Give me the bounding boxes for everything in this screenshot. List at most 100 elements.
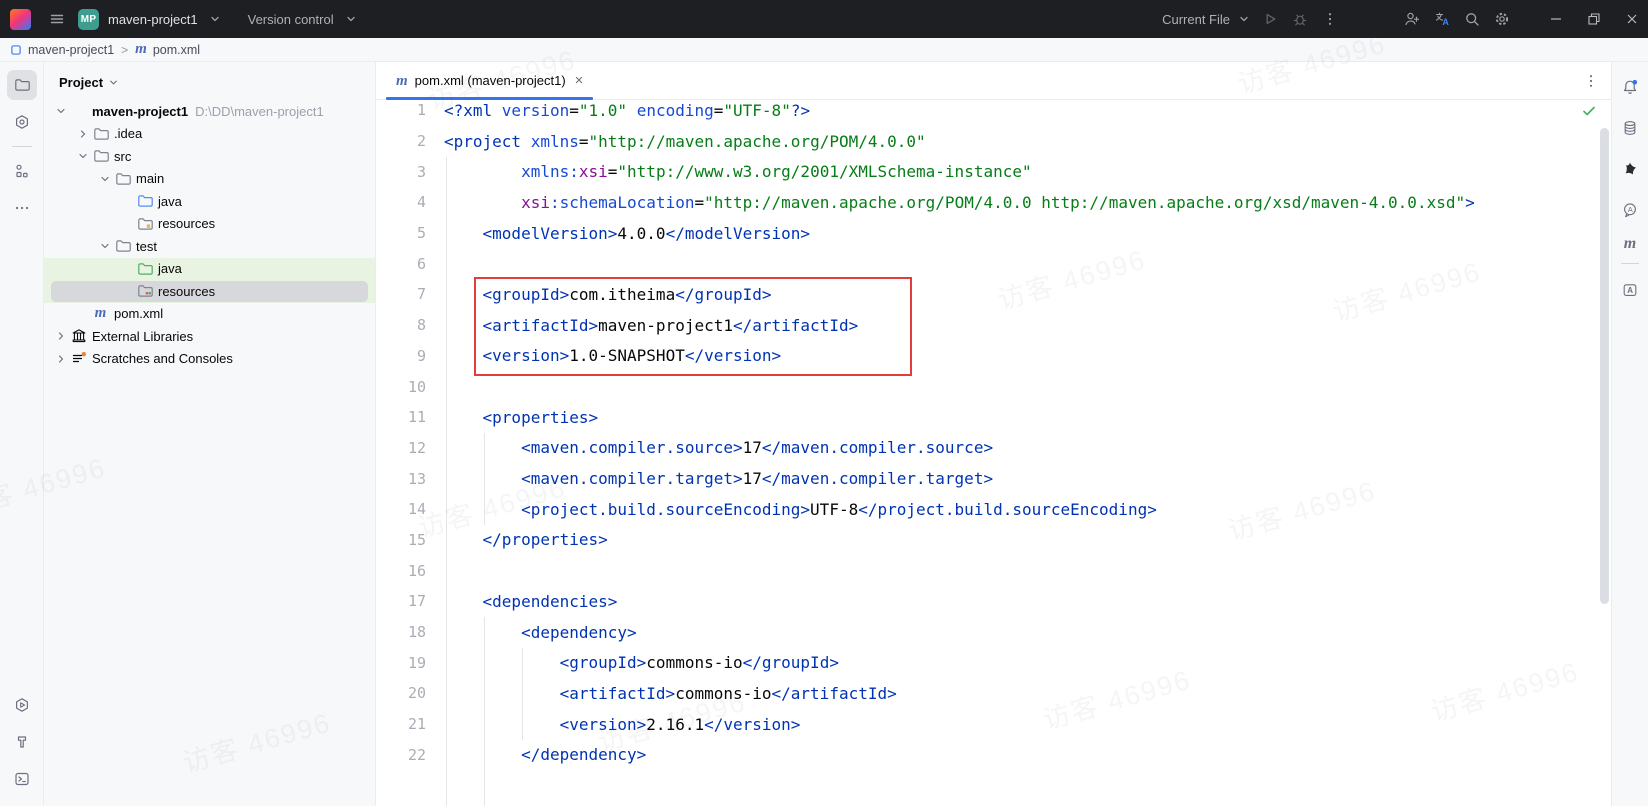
structure-tool-window-button[interactable] (7, 156, 37, 186)
tab-pom-xml[interactable]: m pom.xml (maven-project1) × (386, 62, 593, 99)
code-line-5[interactable]: 5 <modelVersion>4.0.0</modelVersion> (376, 218, 1611, 249)
main-menu-button[interactable] (45, 7, 69, 31)
tree-item-label: java (158, 194, 182, 209)
tree-item-pom-xml[interactable]: mpom.xml (44, 303, 375, 326)
code-line-16[interactable]: 16 (376, 555, 1611, 586)
chevron-down-icon[interactable] (108, 77, 119, 88)
code-text: <?xml version="1.0" encoding="UTF-8"?> (430, 101, 810, 120)
code-line-21[interactable]: 21 <version>2.16.1</version> (376, 709, 1611, 740)
tree-item-resources[interactable]: resources (44, 213, 375, 236)
version-control-chevron-icon[interactable] (343, 7, 359, 31)
dependencies-tool-window-button[interactable] (7, 107, 37, 137)
code-line-20[interactable]: 20 <artifactId>commons-io</artifactId> (376, 678, 1611, 709)
more-actions-button[interactable] (1318, 7, 1342, 31)
tree-item-test[interactable]: test (44, 235, 375, 258)
line-number: 5 (376, 224, 430, 242)
code-line-14[interactable]: 14 <project.build.sourceEncoding>UTF-8</… (376, 494, 1611, 525)
tree-chevron-down-icon[interactable] (96, 173, 113, 185)
code-line-4[interactable]: 4 xsi:schemaLocation="http://maven.apach… (376, 187, 1611, 218)
code-line-18[interactable]: 18 <dependency> (376, 617, 1611, 648)
code-line-2[interactable]: 2<project xmlns="http://maven.apache.org… (376, 126, 1611, 157)
svg-text:A: A (1628, 205, 1633, 214)
line-number: 22 (376, 746, 430, 764)
tree-item-main[interactable]: main (44, 168, 375, 191)
editor-options-button[interactable] (1583, 73, 1599, 89)
right-tool-stripe: A m A (1611, 62, 1648, 806)
tab-close-icon[interactable]: × (575, 73, 584, 88)
tree-chevron-down-icon[interactable] (96, 240, 113, 252)
tree-item-external-libraries[interactable]: External Libraries (44, 325, 375, 348)
library-icon (69, 328, 88, 344)
tree-chevron-down-icon[interactable] (74, 150, 91, 162)
code-line-15[interactable]: 15 </properties> (376, 525, 1611, 556)
tree-chevron-right-icon[interactable] (52, 330, 69, 342)
code-line-11[interactable]: 11 <properties> (376, 402, 1611, 433)
code-line-22[interactable]: 22 </dependency> (376, 739, 1611, 770)
ai-assistant-button[interactable]: A (1615, 195, 1645, 225)
tree-item-java[interactable]: java (44, 258, 375, 281)
run-button[interactable] (1258, 7, 1282, 31)
line-number: 10 (376, 378, 430, 396)
search-everywhere-button[interactable] (1460, 7, 1484, 31)
more-tool-windows-button[interactable] (7, 193, 37, 223)
terminal-tool-window-button[interactable] (7, 764, 37, 794)
tree-item-label: Scratches and Consoles (92, 351, 233, 366)
project-selector[interactable]: maven-project1 (108, 12, 198, 27)
tree-item-maven-project1[interactable]: maven-project1D:\DD\maven-project1 (44, 100, 375, 123)
code-editor[interactable]: 1<?xml version="1.0" encoding="UTF-8"?>2… (376, 100, 1611, 806)
build-tool-window-button[interactable] (7, 727, 37, 757)
notifications-button[interactable] (1615, 72, 1645, 102)
tree-item-label: maven-project1 (92, 104, 188, 119)
breadcrumb-project[interactable]: maven-project1 (28, 43, 114, 57)
translate-button[interactable]: A (1430, 7, 1454, 31)
project-tool-window-button[interactable] (7, 70, 37, 100)
code-line-3[interactable]: 3 xmlns:xsi="http://www.w3.org/2001/XMLS… (376, 156, 1611, 187)
tree-item-resources[interactable]: resources (44, 280, 375, 303)
project-panel-header[interactable]: Project (44, 70, 375, 94)
folder-source-icon (135, 193, 154, 209)
folder-icon (91, 126, 110, 142)
code-text: </properties> (430, 530, 608, 549)
project-chevron-icon[interactable] (207, 7, 223, 31)
line-number: 6 (376, 255, 430, 273)
folder-resources-icon (135, 216, 154, 232)
restore-window-button[interactable] (1578, 0, 1610, 38)
version-control-menu[interactable]: Version control (248, 12, 334, 27)
breadcrumb-file[interactable]: pom.xml (153, 43, 200, 57)
debug-button[interactable] (1288, 7, 1312, 31)
left-tool-stripe (0, 62, 44, 806)
run-configuration-selector[interactable]: Current File (1162, 12, 1230, 27)
tree-item-java[interactable]: java (44, 190, 375, 213)
tree-item-label: java (158, 261, 182, 276)
stripe-divider (1621, 263, 1639, 264)
tree-item-scratches-and-consoles[interactable]: Scratches and Consoles (44, 348, 375, 371)
maven-tool-window-button[interactable]: m (1624, 236, 1636, 252)
code-with-me-button[interactable] (1400, 7, 1424, 31)
database-tool-window-button[interactable] (1615, 113, 1645, 143)
run-configuration-chevron-icon[interactable] (1236, 7, 1252, 31)
code-line-19[interactable]: 19 <groupId>commons-io</groupId> (376, 647, 1611, 678)
tree-chevron-right-icon[interactable] (52, 353, 69, 365)
tree-item-src[interactable]: src (44, 145, 375, 168)
translation-tool-window-button[interactable]: A (1615, 275, 1645, 305)
panel-header-title: Project (59, 75, 103, 90)
code-line-13[interactable]: 13 <maven.compiler.target>17</maven.comp… (376, 463, 1611, 494)
ai-plugin-button[interactable] (1615, 154, 1645, 184)
services-tool-window-button[interactable] (7, 690, 37, 720)
code-line-1[interactable]: 1<?xml version="1.0" encoding="UTF-8"?> (376, 100, 1611, 126)
settings-button[interactable] (1490, 7, 1514, 31)
close-window-button[interactable] (1616, 0, 1648, 38)
code-line-17[interactable]: 17 <dependencies> (376, 586, 1611, 617)
project-tree: maven-project1D:\DD\maven-project1.ideas… (44, 100, 375, 370)
tree-item--idea[interactable]: .idea (44, 123, 375, 146)
line-number: 2 (376, 132, 430, 150)
maven-icon: m (91, 306, 110, 321)
code-line-12[interactable]: 12 <maven.compiler.source>17</maven.comp… (376, 433, 1611, 464)
editor-scrollbar[interactable] (1600, 128, 1609, 604)
tree-chevron-right-icon[interactable] (74, 128, 91, 140)
tree-item-label: main (136, 171, 164, 186)
inspections-ok-icon[interactable] (1581, 103, 1597, 119)
code-line-6[interactable]: 6 (376, 248, 1611, 279)
tree-chevron-down-icon[interactable] (52, 105, 69, 117)
minimize-button[interactable] (1540, 0, 1572, 38)
